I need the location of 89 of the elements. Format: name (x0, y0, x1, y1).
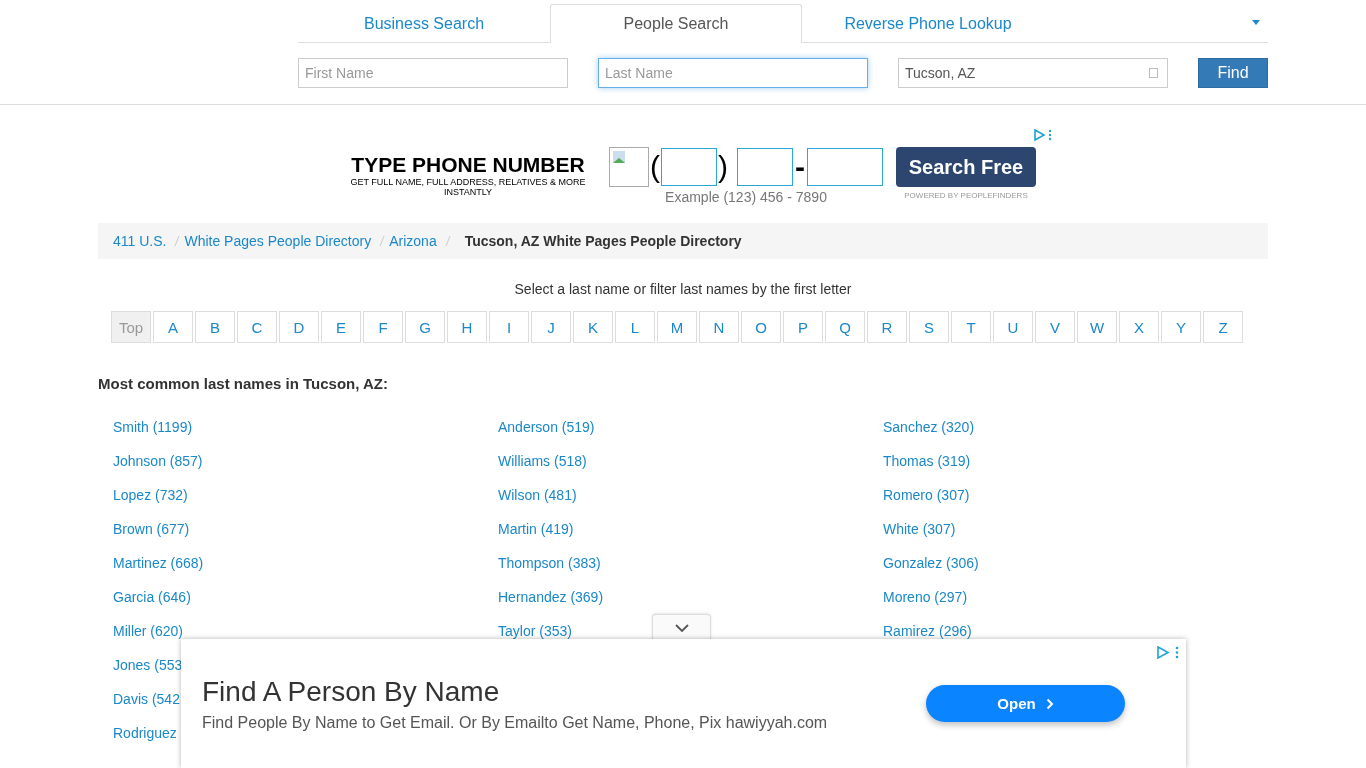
letter-filter-button[interactable]: O (741, 311, 781, 343)
breadcrumb-link[interactable]: 411 U.S. (113, 233, 167, 249)
line-number-field[interactable] (807, 148, 883, 186)
letter-filter-button[interactable]: A (153, 311, 193, 343)
letter-filter-button[interactable]: S (909, 311, 949, 343)
last-name-link[interactable]: Hernandez (369) (498, 589, 604, 606)
last-name-link[interactable]: Thompson (383) (498, 555, 601, 572)
last-name-link[interactable]: Gonzalez (306) (883, 555, 979, 572)
search-free-button[interactable]: Search Free (896, 147, 1036, 187)
breadcrumb-link[interactable]: White Pages People Directory (184, 233, 372, 249)
last-name-link[interactable]: Garcia (646) (113, 589, 191, 606)
filter-prompt: Select a last name or filter last names by the first letter (513, 281, 853, 297)
last-name-link[interactable]: Sanchez (320) (883, 419, 975, 436)
paren-text: ) (718, 150, 728, 184)
letter-filter-button[interactable]: P (783, 311, 823, 343)
letter-filter-button[interactable]: Q (825, 311, 865, 343)
search-tab[interactable]: Reverse Phone Lookup (802, 4, 1054, 43)
last-name-link[interactable]: Lopez (732) (113, 487, 188, 504)
broken-image-icon (609, 147, 649, 187)
last-name-link[interactable]: White (307) (883, 521, 956, 538)
separator-icon (174, 235, 181, 247)
powered-by-text: POWERED BY PEOPLEFINDERS (904, 191, 1028, 200)
search-tab[interactable]: Business Search (298, 4, 550, 43)
last-name-link[interactable]: Rodriguez (113, 725, 177, 742)
last-name-link[interactable]: Wilson (481) (498, 487, 577, 504)
letter-filter-button[interactable]: E (321, 311, 361, 343)
example-text: Example (123) 456 - 7890 (665, 189, 827, 205)
last-name-link[interactable]: Ramirez (296) (883, 623, 972, 640)
letter-filter-button[interactable]: G (405, 311, 445, 343)
letter-filter-button[interactable]: X (1119, 311, 1159, 343)
letter-filter-button[interactable]: R (867, 311, 907, 343)
letter-filter-button[interactable]: N (699, 311, 739, 343)
search-field[interactable]: Tucson, AZ (898, 58, 1168, 88)
dash-text: - (795, 150, 805, 184)
open-button[interactable]: Open (926, 685, 1125, 722)
last-name-link[interactable]: Moreno (297) (883, 589, 968, 606)
letter-filter-button[interactable]: M (657, 311, 697, 343)
last-name-link[interactable]: Martin (419) (498, 521, 574, 538)
last-name-link[interactable]: Anderson (519) (498, 419, 595, 436)
search-field[interactable]: Last Name (598, 58, 868, 88)
last-name-link[interactable]: Jones (553 (113, 657, 183, 674)
last-name-link[interactable]: Taylor (353) (498, 623, 572, 640)
last-name-link[interactable]: Martinez (668) (113, 555, 204, 572)
letter-filter-button[interactable]: L (615, 311, 655, 343)
ad-description: Find People By Name to Get Email. Or By Emailto Get Name, Phone, Pix hawiyyah.com (202, 713, 829, 732)
caret-icon[interactable] (1252, 20, 1260, 25)
paren-text: ( (650, 150, 660, 184)
breadcrumb-link[interactable]: Arizona (389, 233, 437, 249)
letter-filter-button[interactable]: F (363, 311, 403, 343)
ad-title: Find A Person By Name (202, 675, 501, 708)
letter-filter-button[interactable]: T (951, 311, 991, 343)
letter-filter-button[interactable]: Z (1203, 311, 1243, 343)
last-name-link[interactable]: Williams (518) (498, 453, 587, 470)
location-icon (1149, 68, 1158, 78)
letter-filter-button[interactable]: U (993, 311, 1033, 343)
separator-icon (379, 235, 386, 247)
letter-filter-button[interactable]: K (573, 311, 613, 343)
last-name-link[interactable]: Romero (307) (883, 487, 970, 504)
letter-filter-button[interactable]: Y (1161, 311, 1201, 343)
letter-filter-button[interactable]: H (447, 311, 487, 343)
prefix-field[interactable] (737, 148, 793, 186)
chevron-down-icon (674, 623, 689, 632)
letter-filter-button[interactable]: C (237, 311, 277, 343)
last-name-link[interactable]: Brown (677) (113, 521, 190, 538)
section-heading: Most common last names in Tucson, AZ: (98, 375, 390, 392)
search-tab[interactable]: People Search (550, 4, 802, 43)
last-name-link[interactable]: Thomas (319) (883, 453, 971, 470)
find-button[interactable]: Find (1198, 58, 1268, 88)
ad-title: TYPE PHONE NUMBER (351, 153, 585, 177)
ad-choices-icon[interactable] (1033, 129, 1053, 141)
letter-filter-button[interactable]: Top (111, 311, 151, 343)
letter-filter-button[interactable]: J (531, 311, 571, 343)
separator-icon (444, 235, 451, 247)
area-code-field[interactable] (661, 148, 717, 186)
ad-choices-icon[interactable] (1156, 646, 1180, 659)
search-field[interactable]: First Name (298, 58, 568, 88)
last-name-link[interactable]: Davis (542 (113, 691, 180, 708)
last-name-link[interactable]: Smith (1199) (113, 419, 193, 436)
last-name-link[interactable]: Miller (620) (113, 623, 183, 640)
letter-filter-button[interactable]: V (1035, 311, 1075, 343)
letter-filter-button[interactable]: D (279, 311, 319, 343)
ad-subtitle: GET FULL NAME, FULL ADDRESS, RELATIVES & MORE INSTANTLY (349, 177, 587, 197)
chevron-right-icon (1045, 697, 1054, 710)
collapse-tab[interactable] (652, 614, 711, 640)
breadcrumb-current: Tucson, AZ White Pages People Directory (464, 233, 742, 249)
last-name-link[interactable]: Johnson (857) (113, 453, 203, 470)
letter-filter-button[interactable]: B (195, 311, 235, 343)
letter-filter-button[interactable]: W (1077, 311, 1117, 343)
letter-filter-button[interactable]: I (489, 311, 529, 343)
